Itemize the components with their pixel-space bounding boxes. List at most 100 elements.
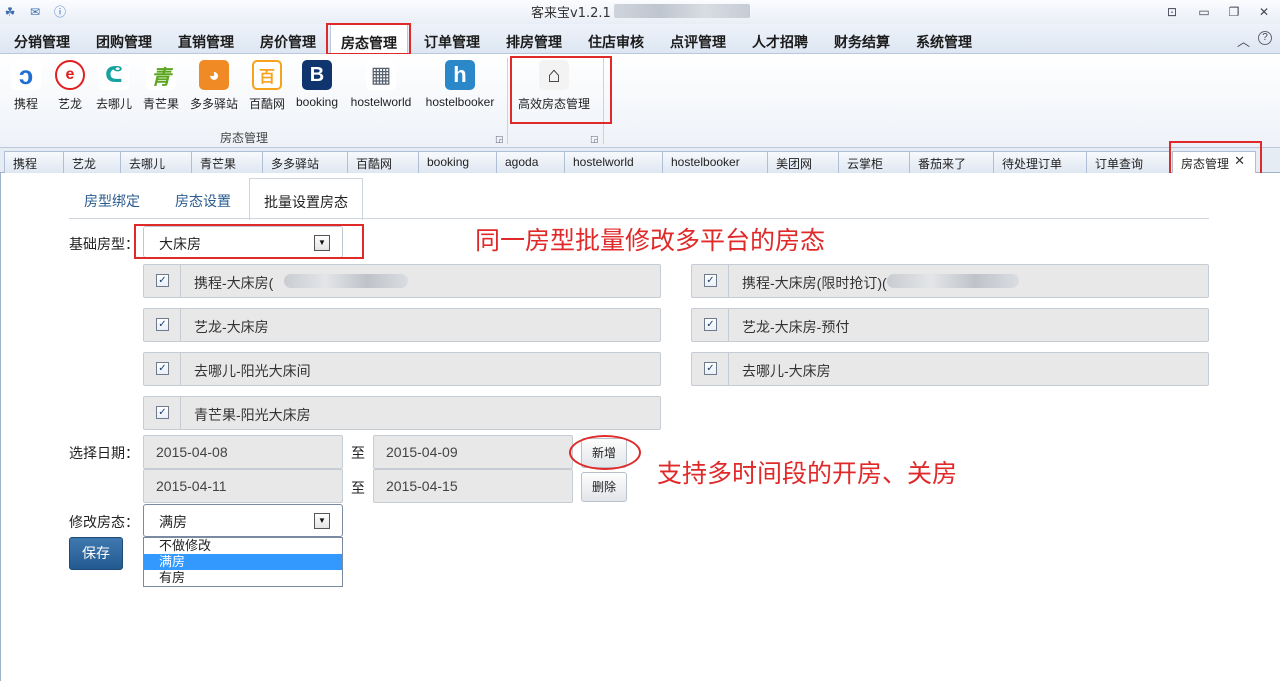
start-date-input[interactable]: 2015-04-11 <box>143 469 343 503</box>
menu-recruitment[interactable]: 人才招聘 <box>752 32 808 52</box>
tab-fanqie[interactable]: 番茄来了 <box>909 151 994 173</box>
menu-finance[interactable]: 财务结算 <box>834 32 890 52</box>
status-option[interactable]: 有房 <box>144 570 342 586</box>
title-bar: ☘ ✉ ⓘ 客来宝v1.2.1 - ⊡ ▭ ❐ ✕ <box>0 0 1280 24</box>
start-date-input[interactable]: 2015-04-08 <box>143 435 343 469</box>
ribbon-baiku-button[interactable]: 百 百酷网 <box>248 60 286 112</box>
menu-room-price[interactable]: 房价管理 <box>260 32 316 52</box>
tab-qunar[interactable]: 去哪儿 <box>120 151 192 173</box>
highlight-menu-box <box>326 23 411 55</box>
channel-checkbox[interactable]: ✓ <box>156 274 169 287</box>
collapse-ribbon-icon[interactable]: ︿ <box>1237 31 1250 50</box>
channel-row[interactable]: ✓ 携程-大床房(限时抢订)( <box>691 264 1209 298</box>
channel-checkbox[interactable]: ✓ <box>156 406 169 419</box>
ribbon-duoduo-button[interactable]: ◕ 多多驿站 <box>188 60 240 112</box>
channel-checkbox[interactable]: ✓ <box>156 362 169 375</box>
status-option-selected[interactable]: 满房 <box>144 554 342 570</box>
help-icon[interactable]: ? <box>1258 31 1272 45</box>
channel-row[interactable]: ✓ 艺龙-大床房-预付 <box>691 308 1209 342</box>
end-date-input[interactable]: 2015-04-09 <box>373 435 573 469</box>
ribbon-elong-button[interactable]: e 艺龙 <box>52 60 88 112</box>
menu-room-assign[interactable]: 排房管理 <box>506 32 562 52</box>
tab-hostelworld[interactable]: hostelworld <box>564 151 663 173</box>
maximize-icon[interactable]: ❐ <box>1224 3 1244 21</box>
qingmangguo-icon: 青 <box>146 60 176 90</box>
app-logo-icon: ☘ <box>4 5 16 19</box>
subtab-room-binding[interactable]: 房型绑定 <box>84 191 140 211</box>
tab-duoduo[interactable]: 多多驿站 <box>262 151 348 173</box>
menu-direct-sales[interactable]: 直销管理 <box>178 32 234 52</box>
tab-booking[interactable]: booking <box>418 151 497 173</box>
tab-meituan[interactable]: 美团网 <box>767 151 839 173</box>
channel-row[interactable]: ✓ 青芒果-阳光大床房 <box>143 396 661 430</box>
delete-range-button[interactable]: 删除 <box>581 472 627 502</box>
save-button[interactable]: 保存 <box>69 537 123 570</box>
channel-checkbox[interactable]: ✓ <box>704 274 717 287</box>
range-note-annotation: 支持多时间段的开房、关房 <box>657 459 958 488</box>
window-title: 客来宝v1.2.1 - <box>531 6 620 21</box>
highlight-ribbon-box <box>510 56 612 124</box>
status-select[interactable]: 满房 ▼ <box>143 504 343 537</box>
subtab-batch-status[interactable]: 批量设置房态 <box>249 178 363 220</box>
menu-groupbuy[interactable]: 团购管理 <box>96 32 152 52</box>
ribbon-qingmangguo-button[interactable]: 青 青芒果 <box>142 60 180 112</box>
redacted-text <box>284 274 408 288</box>
group-separator <box>507 58 508 144</box>
menu-reviews[interactable]: 点评管理 <box>670 32 726 52</box>
to-label: 至 <box>351 480 365 496</box>
main-menu-bar: 分销管理 团购管理 直销管理 房价管理 房态管理 订单管理 排房管理 住店审核 … <box>0 24 1280 55</box>
tab-pending-orders[interactable]: 待处理订单 <box>993 151 1087 173</box>
dropdown-arrow-icon: ▼ <box>314 513 330 529</box>
redacted-text <box>887 274 1019 288</box>
tab-yunzhanggui[interactable]: 云掌柜 <box>838 151 910 173</box>
elong-icon: e <box>55 60 85 90</box>
redacted-hotel-name <box>614 4 750 18</box>
restore-icon[interactable]: ⊡ <box>1162 3 1182 21</box>
channel-row[interactable]: ✓ 携程-大床房( <box>143 264 661 298</box>
subtab-divider <box>69 218 1209 219</box>
tab-qingmangguo[interactable]: 青芒果 <box>191 151 263 173</box>
highlight-add-oval <box>569 435 641 470</box>
ribbon-booking-button[interactable]: B booking <box>294 60 340 109</box>
ribbon-ctrip-button[interactable]: ↄ 携程 <box>8 60 44 112</box>
channel-row[interactable]: ✓ 艺龙-大床房 <box>143 308 661 342</box>
subtab-room-status-settings[interactable]: 房态设置 <box>175 191 231 211</box>
date-label: 选择日期： <box>69 445 139 461</box>
ribbon: ↄ 携程 e 艺龙 ᕦ 去哪儿 青 青芒果 ◕ 多多驿站 百 百酷网 B boo… <box>0 54 1280 148</box>
document-tab-strip: 携程 艺龙 去哪儿 青芒果 多多驿站 百酷网 booking agoda hos… <box>0 148 1280 174</box>
menu-system[interactable]: 系统管理 <box>916 32 972 52</box>
menu-orders[interactable]: 订单管理 <box>424 32 480 52</box>
tab-agoda[interactable]: agoda <box>496 151 565 173</box>
hostelworld-icon: ▦ <box>366 60 396 90</box>
ribbon-group-label: 房态管理 <box>220 131 269 145</box>
tab-hostelbooker[interactable]: hostelbooker <box>662 151 768 173</box>
status-dropdown-list: 不做修改 满房 有房 <box>143 537 343 587</box>
ribbon-hostelworld-button[interactable]: ▦ hostelworld <box>348 60 414 109</box>
end-date-input[interactable]: 2015-04-15 <box>373 469 573 503</box>
channel-row[interactable]: ✓ 去哪儿-阳光大床间 <box>143 352 661 386</box>
tab-order-query[interactable]: 订单查询 <box>1086 151 1170 173</box>
menu-distribution[interactable]: 分销管理 <box>14 32 70 52</box>
channel-checkbox[interactable]: ✓ <box>704 362 717 375</box>
mail-icon[interactable]: ✉ <box>27 4 43 20</box>
menu-checkin-audit[interactable]: 住店审核 <box>588 32 644 52</box>
minimize-icon[interactable]: ▭ <box>1194 3 1214 21</box>
ribbon-qunar-button[interactable]: ᕦ 去哪儿 <box>94 60 134 112</box>
booking-icon: B <box>302 60 332 90</box>
close-icon[interactable]: ✕ <box>1254 3 1274 21</box>
channel-checkbox[interactable]: ✓ <box>156 318 169 331</box>
tab-ctrip[interactable]: 携程 <box>4 151 64 173</box>
batch-note-annotation: 同一房型批量修改多平台的房态 <box>475 226 826 255</box>
channel-checkbox[interactable]: ✓ <box>704 318 717 331</box>
group-launcher-icon[interactable]: ◲ <box>495 134 504 145</box>
base-room-label: 基础房型： <box>69 236 139 252</box>
tab-elong[interactable]: 艺龙 <box>63 151 121 173</box>
batch-room-status-panel: 房型绑定 房态设置 批量设置房态 基础房型： 大床房 ▼ 同一房型批量修改多平台… <box>0 173 1280 681</box>
info-icon[interactable]: ⓘ <box>52 4 68 20</box>
ribbon-hostelbooker-button[interactable]: h hostelbooker <box>422 60 498 109</box>
group-launcher-icon-2[interactable]: ◲ <box>590 134 599 145</box>
status-option[interactable]: 不做修改 <box>144 538 342 554</box>
highlight-room-select-box <box>134 224 364 259</box>
tab-baiku[interactable]: 百酷网 <box>347 151 419 173</box>
channel-row[interactable]: ✓ 去哪儿-大床房 <box>691 352 1209 386</box>
